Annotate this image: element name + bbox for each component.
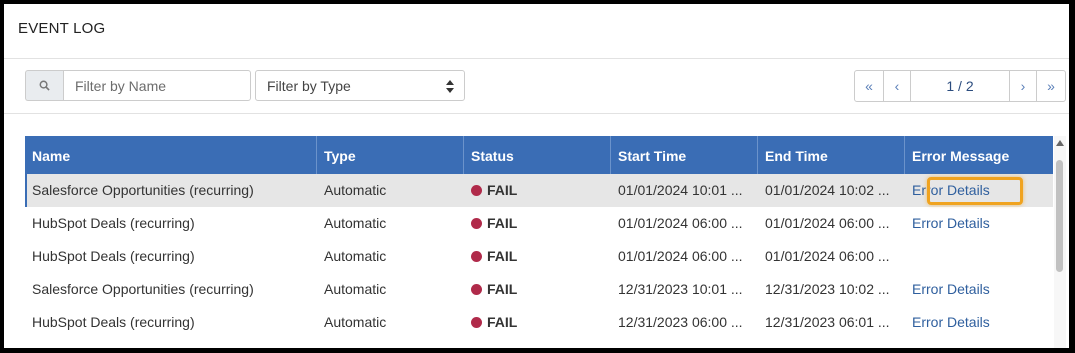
status-text: FAIL bbox=[487, 281, 518, 297]
table-header: Name Type Status Start Time End Time Err… bbox=[25, 136, 1053, 174]
type-cell: Automatic bbox=[324, 314, 387, 330]
divider bbox=[4, 113, 1069, 114]
event-log-panel: EVENT LOG Filter by Type « ‹ 1 / 2 › » N… bbox=[4, 4, 1069, 348]
sort-arrows-icon bbox=[446, 80, 454, 93]
start-cell: 12/31/2023 10:01 ... bbox=[618, 281, 743, 297]
scrollbar-thumb[interactable] bbox=[1056, 160, 1063, 272]
error-details-link[interactable]: Error Details bbox=[912, 314, 990, 330]
status-cell: FAIL bbox=[464, 306, 611, 339]
type-cell: Automatic bbox=[324, 281, 387, 297]
start-cell: 01/01/2024 10:01 ... bbox=[618, 182, 743, 198]
column-header-type[interactable]: Type bbox=[317, 136, 464, 174]
fail-status-dot-icon bbox=[471, 185, 482, 196]
type-cell: Automatic bbox=[324, 248, 387, 264]
column-header-end-time[interactable]: End Time bbox=[758, 136, 905, 174]
status-cell: FAIL bbox=[464, 174, 611, 207]
last-page-button[interactable]: » bbox=[1036, 70, 1066, 102]
column-header-name[interactable]: Name bbox=[25, 136, 317, 174]
end-cell: 01/01/2024 06:00 ... bbox=[765, 248, 890, 264]
start-cell: 01/01/2024 06:00 ... bbox=[618, 248, 743, 264]
name-cell: HubSpot Deals (recurring) bbox=[32, 314, 195, 330]
end-cell: 12/31/2023 10:02 ... bbox=[765, 281, 890, 297]
start-cell: 12/31/2023 06:00 ... bbox=[618, 314, 743, 330]
status-cell: FAIL bbox=[464, 273, 611, 306]
column-header-status[interactable]: Status bbox=[464, 136, 611, 174]
status-text: FAIL bbox=[487, 248, 518, 264]
divider bbox=[4, 58, 1069, 59]
error-message-cell: Error Details bbox=[905, 306, 1053, 339]
next-page-button[interactable]: › bbox=[1009, 70, 1037, 102]
end-cell: 12/31/2023 06:01 ... bbox=[765, 314, 890, 330]
error-details-link[interactable]: Error Details bbox=[912, 281, 990, 297]
column-header-start-time[interactable]: Start Time bbox=[611, 136, 758, 174]
status-text: FAIL bbox=[487, 314, 518, 330]
status-cell: FAIL bbox=[464, 207, 611, 240]
name-cell: Salesforce Opportunities (recurring) bbox=[32, 182, 254, 198]
type-cell: Automatic bbox=[324, 182, 387, 198]
scroll-up-icon[interactable] bbox=[1056, 140, 1064, 146]
name-cell: HubSpot Deals (recurring) bbox=[32, 248, 195, 264]
fail-status-dot-icon bbox=[471, 218, 482, 229]
first-page-button[interactable]: « bbox=[854, 70, 884, 102]
table-row[interactable]: Salesforce Opportunities (recurring) Auto… bbox=[25, 273, 1053, 306]
name-cell: Salesforce Opportunities (recurring) bbox=[32, 281, 254, 297]
status-text: FAIL bbox=[487, 215, 518, 231]
name-cell: HubSpot Deals (recurring) bbox=[32, 215, 195, 231]
fail-status-dot-icon bbox=[471, 284, 482, 295]
error-details-link[interactable]: Error Details bbox=[912, 215, 990, 231]
page-indicator[interactable]: 1 / 2 bbox=[910, 70, 1010, 102]
filter-by-type-select[interactable]: Filter by Type bbox=[255, 70, 465, 101]
fail-status-dot-icon bbox=[471, 251, 482, 262]
status-cell: FAIL bbox=[464, 240, 611, 273]
type-cell: Automatic bbox=[324, 215, 387, 231]
end-cell: 01/01/2024 06:00 ... bbox=[765, 215, 890, 231]
column-header-error-message[interactable]: Error Message bbox=[905, 136, 1053, 174]
fail-status-dot-icon bbox=[471, 317, 482, 328]
highlight-box bbox=[927, 177, 1023, 205]
pagination: « ‹ 1 / 2 › » bbox=[854, 70, 1066, 102]
prev-page-button[interactable]: ‹ bbox=[883, 70, 911, 102]
start-cell: 01/01/2024 06:00 ... bbox=[618, 215, 743, 231]
panel-title: EVENT LOG bbox=[18, 20, 106, 37]
table-row[interactable]: HubSpot Deals (recurring) Automatic FAIL 01… bbox=[25, 240, 1053, 273]
filter-by-type-value: Filter by Type bbox=[267, 77, 351, 94]
search-icon[interactable] bbox=[25, 70, 63, 101]
error-message-cell: Error Details bbox=[905, 273, 1053, 306]
error-message-cell bbox=[905, 240, 1053, 273]
table-row[interactable]: HubSpot Deals (recurring) Automatic FAIL 12… bbox=[25, 306, 1053, 339]
status-text: FAIL bbox=[487, 182, 518, 198]
error-message-cell: Error Details bbox=[905, 207, 1053, 240]
table-row[interactable]: HubSpot Deals (recurring) Automatic FAIL 01… bbox=[25, 207, 1053, 240]
filter-by-name-input[interactable] bbox=[63, 70, 251, 101]
table-row[interactable]: Salesforce Opportunities (recurring) Auto… bbox=[25, 174, 1053, 207]
end-cell: 01/01/2024 10:02 ... bbox=[765, 182, 890, 198]
